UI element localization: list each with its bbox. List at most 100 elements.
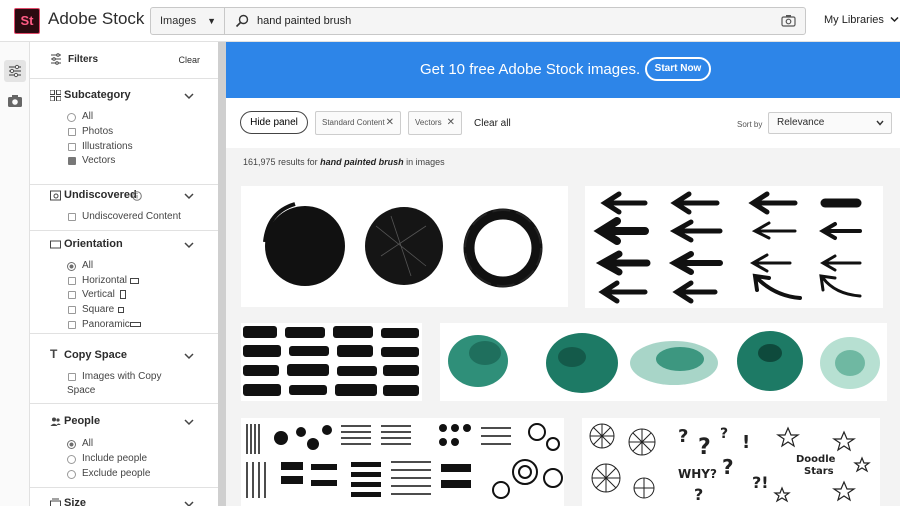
orientation-square-checkbox[interactable] bbox=[68, 306, 76, 314]
filters-toggle-button[interactable] bbox=[4, 60, 26, 82]
option-label: Undiscovered Content bbox=[82, 211, 181, 222]
my-libraries-button[interactable]: My Libraries bbox=[824, 14, 899, 26]
people-all-radio[interactable] bbox=[67, 440, 76, 449]
option-label: Panoramic bbox=[82, 319, 130, 330]
doodle-stars-thumbnail[interactable]: ??? WHY??? !?! Doodle Stars bbox=[582, 418, 880, 506]
svg-text:?: ? bbox=[694, 485, 703, 504]
search-icon bbox=[235, 14, 249, 28]
option-label: Images with Copy bbox=[82, 371, 162, 382]
orientation-vertical-checkbox[interactable] bbox=[68, 291, 76, 299]
copy-space-checkbox[interactable] bbox=[68, 373, 76, 381]
undiscovered-content-checkbox[interactable] bbox=[68, 213, 76, 221]
results-count: 161,975 bbox=[243, 157, 276, 167]
top-bar: St Adobe Stock Images ▼ My Libraries bbox=[0, 0, 900, 42]
visual-search-camera-icon[interactable] bbox=[781, 14, 796, 27]
info-icon[interactable] bbox=[132, 191, 142, 201]
search-type-dropdown[interactable]: Images ▼ bbox=[151, 8, 225, 34]
option-label: All bbox=[82, 111, 94, 122]
text-icon: T bbox=[50, 347, 58, 361]
sort-dropdown[interactable]: Relevance bbox=[768, 112, 892, 134]
subcategory-vectors-checkbox[interactable] bbox=[68, 157, 76, 165]
results-suffix: in images bbox=[406, 157, 445, 167]
filter-section-copy-space: T Copy Space Images with Copy Space bbox=[30, 334, 218, 404]
vertical-shape-icon bbox=[120, 290, 126, 299]
section-title[interactable]: Undiscovered bbox=[64, 189, 137, 201]
subcategory-all-radio[interactable] bbox=[67, 113, 76, 122]
brush-textures-thumbnail[interactable] bbox=[241, 418, 564, 506]
svg-text:?: ? bbox=[698, 435, 711, 460]
filters-scrollbar[interactable] bbox=[218, 42, 226, 506]
chevron-down-icon[interactable] bbox=[184, 192, 194, 200]
chevron-down-icon[interactable] bbox=[184, 500, 194, 506]
chevron-down-icon[interactable] bbox=[184, 92, 194, 100]
results-summary: 161,975 results for hand painted brush i… bbox=[243, 157, 445, 167]
sort-by-label: Sort by bbox=[737, 120, 763, 129]
hide-panel-button[interactable]: Hide panel bbox=[240, 111, 308, 134]
filters-header: Filters Clear bbox=[30, 42, 218, 79]
adobe-stock-logo[interactable]: St bbox=[14, 8, 40, 34]
watercolor-blots-thumbnail[interactable] bbox=[440, 323, 887, 401]
clear-all-link[interactable]: Clear all bbox=[474, 118, 511, 129]
camera-icon bbox=[8, 95, 22, 107]
svg-text:WHY?: WHY? bbox=[678, 467, 717, 481]
size-icon bbox=[50, 498, 61, 506]
chevron-down-icon[interactable] bbox=[184, 418, 194, 426]
start-now-button[interactable]: Start Now bbox=[645, 57, 711, 81]
section-title[interactable]: Copy Space bbox=[64, 349, 127, 361]
visual-search-button[interactable] bbox=[4, 90, 26, 112]
filter-section-subcategory: Subcategory All Photos Illustrations Vec… bbox=[30, 79, 218, 185]
brush-strokes-image bbox=[243, 326, 419, 396]
section-title[interactable]: Orientation bbox=[64, 238, 123, 250]
chevron-down-icon bbox=[876, 120, 884, 126]
brand-name[interactable]: Adobe Stock bbox=[48, 9, 144, 29]
option-label: Vectors bbox=[82, 155, 116, 166]
close-icon[interactable]: ✕ bbox=[447, 112, 455, 134]
grid-icon bbox=[50, 90, 61, 101]
filter-chip-vectors: Vectors ✕ bbox=[408, 111, 462, 135]
filters-sliders-icon bbox=[51, 53, 61, 65]
orientation-icon bbox=[50, 240, 61, 249]
close-icon[interactable]: ✕ bbox=[386, 112, 394, 134]
filter-section-size: Size bbox=[30, 488, 218, 506]
option-label: Vertical bbox=[82, 289, 115, 300]
orientation-all-radio[interactable] bbox=[67, 262, 76, 271]
search-bar: Images ▼ bbox=[150, 7, 806, 35]
filters-sliders-icon bbox=[9, 64, 21, 78]
subcategory-illustrations-checkbox[interactable] bbox=[68, 143, 76, 151]
filter-section-orientation: Orientation All Horizontal Vertical Squa… bbox=[30, 231, 218, 334]
panoramic-shape-icon bbox=[130, 322, 141, 327]
svg-text:!: ! bbox=[742, 432, 750, 453]
search-input[interactable] bbox=[257, 8, 757, 34]
orientation-panoramic-checkbox[interactable] bbox=[68, 321, 76, 329]
option-label: Photos bbox=[82, 126, 114, 137]
filters-panel: Filters Clear Subcategory All Photos Ill… bbox=[30, 42, 218, 506]
brush-arrows-image bbox=[593, 191, 862, 304]
filters-clear-button[interactable]: Clear bbox=[178, 55, 200, 65]
doodle-stars-image: ??? WHY??? !?! DoodleStars bbox=[589, 423, 871, 504]
search-type-label: Images bbox=[160, 15, 197, 27]
section-title[interactable]: Subcategory bbox=[64, 89, 131, 101]
square-shape-icon bbox=[118, 307, 124, 313]
brush-strokes-thumbnail[interactable] bbox=[241, 323, 422, 401]
option-label: All bbox=[82, 438, 94, 449]
option-label: All bbox=[82, 260, 94, 271]
orientation-horizontal-checkbox[interactable] bbox=[68, 277, 76, 285]
svg-text:?!: ?! bbox=[752, 473, 769, 492]
subcategory-photos-checkbox[interactable] bbox=[68, 128, 76, 136]
promo-banner: Get 10 free Adobe Stock images. Start No… bbox=[226, 42, 900, 98]
svg-text:?: ? bbox=[678, 426, 688, 447]
results-prefix: results for bbox=[278, 157, 318, 167]
filter-section-undiscovered: Undiscovered Undiscovered Content bbox=[30, 185, 218, 231]
brush-circles-thumbnail[interactable] bbox=[241, 186, 568, 307]
watercolor-blots-image bbox=[448, 331, 880, 393]
chevron-down-icon[interactable] bbox=[184, 241, 194, 249]
chevron-down-icon[interactable] bbox=[184, 352, 194, 360]
people-exclude-radio[interactable] bbox=[67, 470, 76, 479]
brush-arrows-thumbnail[interactable] bbox=[585, 186, 883, 308]
people-include-radio[interactable] bbox=[67, 455, 76, 464]
filters-title: Filters bbox=[68, 54, 99, 65]
results-toolbar: Hide panel Standard Content ✕ Vectors ✕ … bbox=[226, 98, 900, 148]
section-title[interactable]: People bbox=[64, 415, 100, 427]
svg-text:Stars: Stars bbox=[804, 466, 834, 477]
section-title[interactable]: Size bbox=[64, 497, 86, 506]
